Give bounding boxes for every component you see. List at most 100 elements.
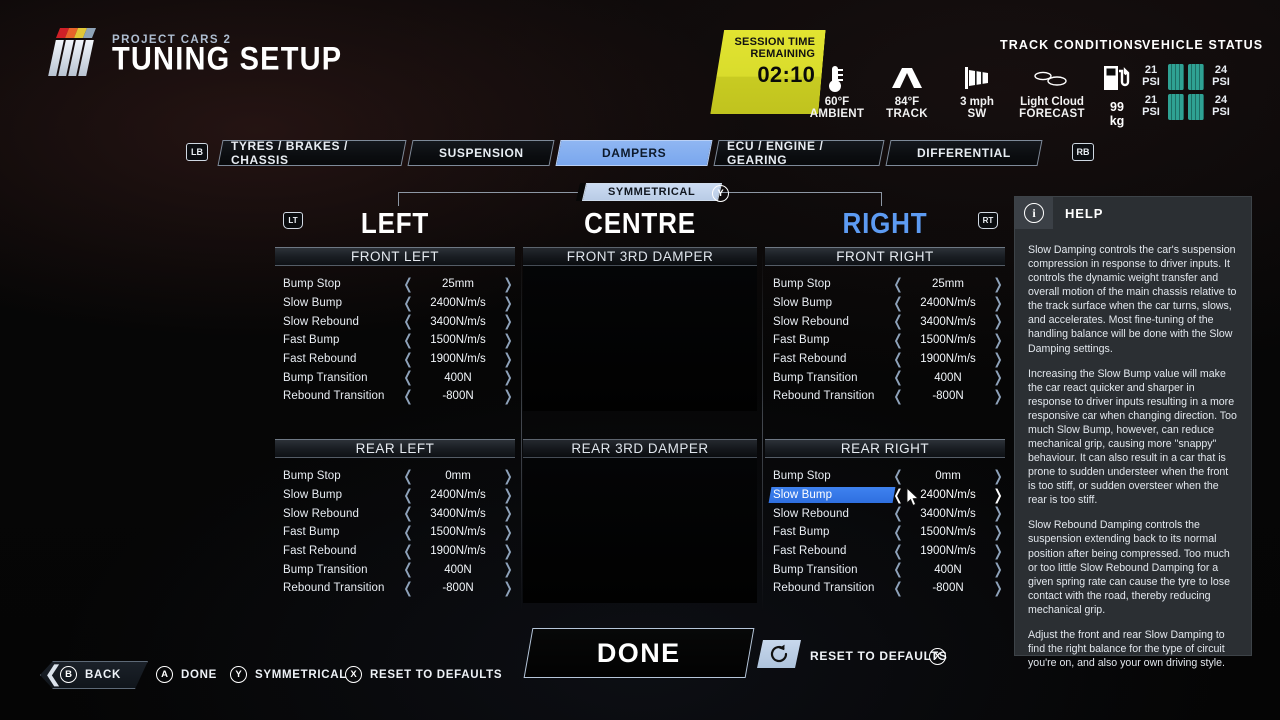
- decrease-arrow-icon[interactable]: ❬: [401, 562, 415, 577]
- setting-row[interactable]: Fast Rebound ❬ 1900N/m/s ❭: [765, 350, 1005, 369]
- increase-arrow-icon[interactable]: ❭: [991, 506, 1005, 521]
- tab-dampers[interactable]: DAMPERS: [555, 140, 713, 166]
- decrease-arrow-icon[interactable]: ❬: [891, 295, 905, 311]
- increase-arrow-icon[interactable]: ❭: [991, 388, 1005, 404]
- increase-arrow-icon[interactable]: ❭: [991, 314, 1005, 329]
- setting-row[interactable]: Rebound Transition ❬ -800N ❭: [275, 579, 515, 598]
- decrease-arrow-icon[interactable]: ❬: [401, 524, 415, 540]
- symmetrical-y-button[interactable]: Y: [712, 183, 729, 202]
- reset-x-button[interactable]: X: [929, 646, 946, 665]
- increase-arrow-icon[interactable]: ❭: [991, 351, 1005, 367]
- setting-row[interactable]: Fast Rebound ❬ 1900N/m/s ❭: [765, 542, 1005, 561]
- prompt-done[interactable]: A DONE: [156, 666, 217, 683]
- setting-row[interactable]: Slow Bump ❬ 2400N/m/s ❭: [765, 294, 1005, 313]
- increase-arrow-icon[interactable]: ❭: [991, 487, 1005, 503]
- setting-row[interactable]: Slow Rebound ❬ 3400N/m/s ❭: [765, 312, 1005, 331]
- increase-arrow-icon[interactable]: ❭: [501, 388, 515, 404]
- prompt-symmetrical[interactable]: Y SYMMETRICAL: [230, 666, 347, 683]
- decrease-arrow-icon[interactable]: ❬: [891, 332, 905, 348]
- setting-row[interactable]: Fast Bump ❬ 1500N/m/s ❭: [275, 523, 515, 542]
- decrease-arrow-icon[interactable]: ❬: [891, 524, 905, 540]
- setting-row[interactable]: Bump Transition ❬ 400N ❭: [765, 560, 1005, 579]
- decrease-arrow-icon[interactable]: ❬: [401, 295, 415, 311]
- tab-differential[interactable]: DIFFERENTIAL: [885, 140, 1043, 166]
- increase-arrow-icon[interactable]: ❭: [501, 562, 515, 577]
- setting-row[interactable]: Bump Transition ❬ 400N ❭: [275, 368, 515, 387]
- decrease-arrow-icon[interactable]: ❬: [891, 370, 905, 385]
- setting-row[interactable]: Rebound Transition ❬ -800N ❭: [765, 579, 1005, 598]
- right-bumper-hint[interactable]: RB: [1072, 143, 1094, 161]
- increase-arrow-icon[interactable]: ❭: [991, 332, 1005, 348]
- setting-row[interactable]: Slow Bump ❬ 2400N/m/s ❭: [275, 294, 515, 313]
- increase-arrow-icon[interactable]: ❭: [501, 276, 515, 292]
- setting-row[interactable]: Fast Rebound ❬ 1900N/m/s ❭: [275, 350, 515, 369]
- column-header-right[interactable]: RIGHT: [780, 206, 990, 240]
- tab-tyres-brakes-chassis[interactable]: TYRES / BRAKES / CHASSIS: [217, 139, 407, 167]
- decrease-arrow-icon[interactable]: ❬: [401, 314, 415, 329]
- decrease-arrow-icon[interactable]: ❬: [401, 276, 415, 292]
- decrease-arrow-icon[interactable]: ❬: [401, 487, 415, 503]
- increase-arrow-icon[interactable]: ❭: [501, 351, 515, 367]
- increase-arrow-icon[interactable]: ❭: [501, 314, 515, 329]
- decrease-arrow-icon[interactable]: ❬: [401, 388, 415, 404]
- done-button[interactable]: DONE: [523, 628, 755, 678]
- tab-suspension[interactable]: SUSPENSION: [407, 140, 555, 166]
- prompt-reset[interactable]: X RESET TO DEFAULTS: [345, 666, 502, 683]
- increase-arrow-icon[interactable]: ❭: [501, 543, 515, 559]
- decrease-arrow-icon[interactable]: ❬: [891, 314, 905, 329]
- increase-arrow-icon[interactable]: ❭: [501, 524, 515, 540]
- setting-row[interactable]: Bump Stop ❬ 0mm ❭: [275, 467, 515, 486]
- setting-row[interactable]: Rebound Transition ❬ -800N ❭: [275, 387, 515, 406]
- prompt-back[interactable]: B BACK: [60, 666, 121, 683]
- decrease-arrow-icon[interactable]: ❬: [401, 543, 415, 559]
- increase-arrow-icon[interactable]: ❭: [991, 543, 1005, 559]
- decrease-arrow-icon[interactable]: ❬: [891, 506, 905, 521]
- setting-row[interactable]: Bump Transition ❬ 400N ❭: [275, 560, 515, 579]
- increase-arrow-icon[interactable]: ❭: [501, 370, 515, 385]
- setting-row[interactable]: Rebound Transition ❬ -800N ❭: [765, 387, 1005, 406]
- increase-arrow-icon[interactable]: ❭: [501, 580, 515, 596]
- setting-row[interactable]: Fast Bump ❬ 1500N/m/s ❭: [765, 331, 1005, 350]
- decrease-arrow-icon[interactable]: ❬: [401, 370, 415, 385]
- decrease-arrow-icon[interactable]: ❬: [891, 543, 905, 559]
- decrease-arrow-icon[interactable]: ❬: [891, 580, 905, 596]
- decrease-arrow-icon[interactable]: ❬: [401, 468, 415, 484]
- increase-arrow-icon[interactable]: ❭: [991, 370, 1005, 385]
- increase-arrow-icon[interactable]: ❭: [501, 487, 515, 503]
- decrease-arrow-icon[interactable]: ❬: [401, 332, 415, 348]
- symmetrical-toggle[interactable]: SYMMETRICAL: [581, 183, 723, 201]
- increase-arrow-icon[interactable]: ❭: [991, 295, 1005, 311]
- decrease-arrow-icon[interactable]: ❬: [891, 562, 905, 577]
- increase-arrow-icon[interactable]: ❭: [501, 468, 515, 484]
- decrease-arrow-icon[interactable]: ❬: [401, 580, 415, 596]
- setting-row-selected[interactable]: Slow Bump ❬ 2400N/m/s ❭: [765, 486, 1005, 505]
- setting-row[interactable]: Slow Bump ❬ 2400N/m/s ❭: [275, 486, 515, 505]
- setting-row[interactable]: Fast Bump ❬ 1500N/m/s ❭: [275, 331, 515, 350]
- decrease-arrow-icon[interactable]: ❬: [891, 388, 905, 404]
- increase-arrow-icon[interactable]: ❭: [991, 276, 1005, 292]
- increase-arrow-icon[interactable]: ❭: [501, 506, 515, 521]
- decrease-arrow-icon[interactable]: ❬: [891, 351, 905, 367]
- increase-arrow-icon[interactable]: ❭: [501, 332, 515, 348]
- column-header-left[interactable]: LEFT: [290, 206, 500, 240]
- column-header-centre[interactable]: CENTRE: [535, 206, 745, 240]
- increase-arrow-icon[interactable]: ❭: [991, 580, 1005, 596]
- setting-row[interactable]: Bump Stop ❬ 0mm ❭: [765, 467, 1005, 486]
- setting-row[interactable]: Bump Stop ❬ 25mm ❭: [275, 275, 515, 294]
- setting-row[interactable]: Fast Bump ❬ 1500N/m/s ❭: [765, 523, 1005, 542]
- increase-arrow-icon[interactable]: ❭: [991, 524, 1005, 540]
- setting-row[interactable]: Slow Rebound ❬ 3400N/m/s ❭: [275, 312, 515, 331]
- setting-row[interactable]: Bump Transition ❬ 400N ❭: [765, 368, 1005, 387]
- increase-arrow-icon[interactable]: ❭: [991, 562, 1005, 577]
- decrease-arrow-icon[interactable]: ❬: [401, 351, 415, 367]
- setting-row[interactable]: Bump Stop ❬ 25mm ❭: [765, 275, 1005, 294]
- increase-arrow-icon[interactable]: ❭: [991, 468, 1005, 484]
- decrease-arrow-icon[interactable]: ❬: [401, 506, 415, 521]
- setting-row[interactable]: Fast Rebound ❬ 1900N/m/s ❭: [275, 542, 515, 561]
- decrease-arrow-icon[interactable]: ❬: [891, 276, 905, 292]
- increase-arrow-icon[interactable]: ❭: [501, 295, 515, 311]
- setting-row[interactable]: Slow Rebound ❬ 3400N/m/s ❭: [275, 504, 515, 523]
- left-bumper-hint[interactable]: LB: [186, 143, 208, 161]
- reset-arrow-icon[interactable]: [757, 640, 801, 668]
- decrease-arrow-icon[interactable]: ❬: [891, 468, 905, 484]
